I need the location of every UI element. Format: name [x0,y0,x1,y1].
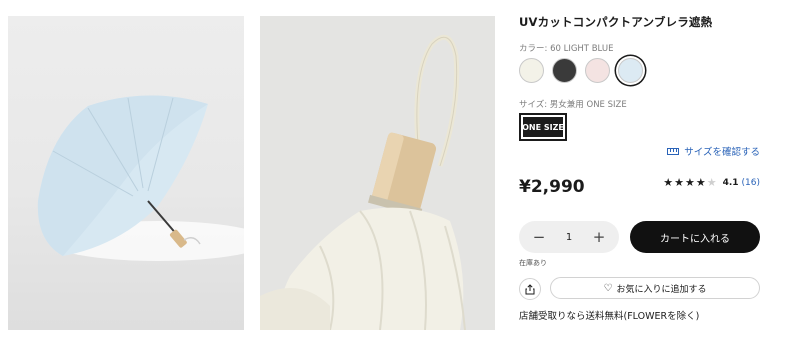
favorites-label: お気に入りに追加する [616,284,707,295]
quantity-stepper: − 1 + [519,221,619,253]
store-pickup-note: 店舗受取りなら送料無料(FLOWERを除く) [519,311,700,322]
size-guide-link[interactable]: サイズを確認する [667,144,760,158]
product-rating[interactable]: ★ ★ ★ ★ ★ 4.1 (16) [663,176,760,189]
product-price: ¥2,990 [519,177,585,197]
color-swatches [519,58,643,83]
product-image-folded-umbrella[interactable] [260,16,495,330]
quantity-value[interactable]: 1 [566,232,572,243]
add-to-favorites-button[interactable]: ♡ お気に入りに追加する [550,277,760,299]
product-title: UVカットコンパクトアンブレラ遮熱 [519,15,713,29]
star-icon: ★ [684,176,696,189]
size-option-one-size[interactable]: ONE SIZE [519,113,567,141]
share-button[interactable] [519,278,541,300]
color-label: カラー: 60 LIGHT BLUE [519,44,614,54]
color-swatch-off-white[interactable] [519,58,544,83]
quantity-decrease-button[interactable]: − [531,228,547,246]
stock-status: 在庫あり [519,259,547,267]
review-count-link[interactable]: (16) [742,178,760,188]
quantity-increase-button[interactable]: + [591,228,607,246]
star-icon: ★ [674,176,685,189]
ruler-icon [667,147,680,155]
size-guide-label: サイズを確認する [684,147,760,158]
color-swatch-light-pink[interactable] [585,58,610,83]
star-icon: ★ [663,176,675,189]
product-detail-panel: UVカットコンパクトアンブレラ遮熱 カラー: 60 LIGHT BLUE サイズ… [519,0,764,341]
size-label: サイズ: 男女兼用 ONE SIZE [519,100,627,110]
star-icon: ★ [695,176,707,189]
share-icon [525,283,535,294]
add-to-cart-button[interactable]: カートに入れる [630,221,760,253]
rating-value: 4.1 [722,177,739,188]
star-empty-icon: ★ [706,176,718,189]
heart-icon: ♡ [603,282,613,294]
product-image-open-umbrella[interactable] [8,16,244,330]
size-option-label: ONE SIZE [522,117,564,137]
color-swatch-dark-gray[interactable] [552,58,577,83]
color-swatch-light-blue[interactable] [618,58,643,83]
